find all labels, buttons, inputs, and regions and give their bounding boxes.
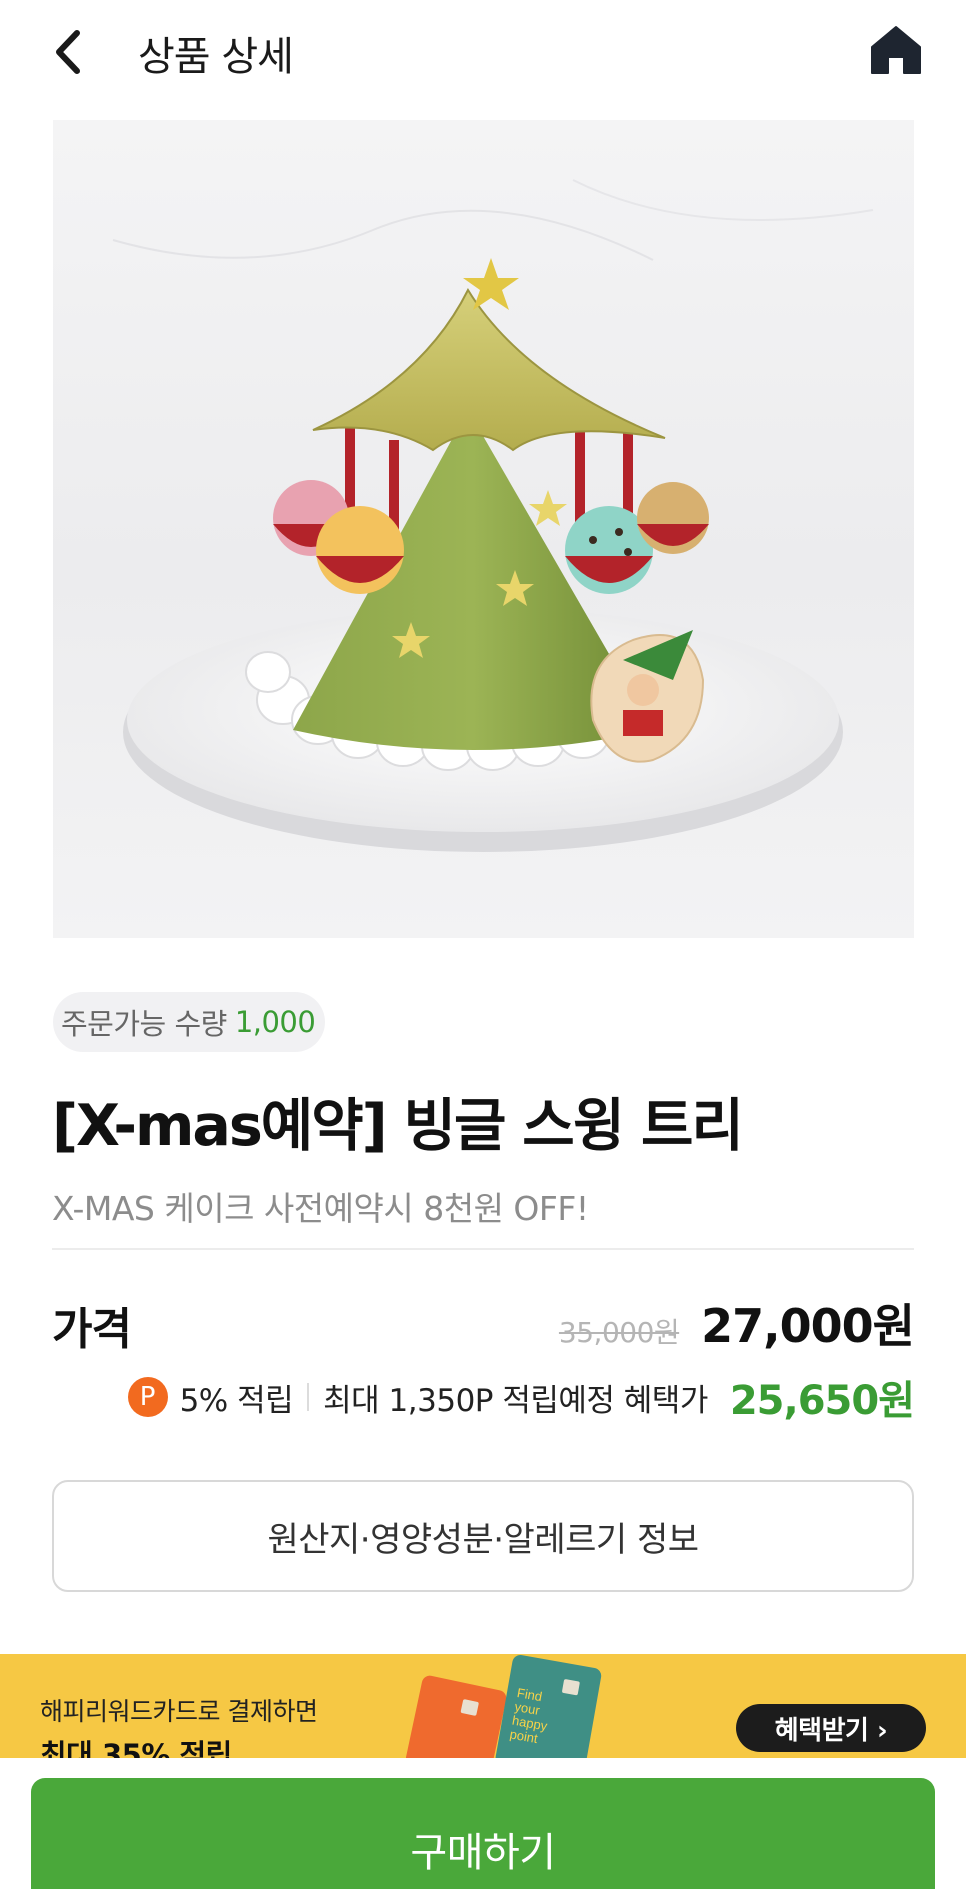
chevron-left-icon — [56, 30, 80, 74]
stock-count: 1,000 — [234, 1005, 316, 1039]
stock-badge: 주문가능 수량 1,000 — [53, 992, 326, 1052]
product-title: [X-mas예약] 빙글 스윙 트리 — [52, 1093, 744, 1159]
benefit-price: 25,650원 — [729, 1378, 915, 1424]
home-button[interactable] — [868, 22, 924, 78]
back-button[interactable] — [44, 26, 92, 78]
origin-nutrition-allergy-button[interactable]: 원산지·영양성분·알레르기 정보 — [52, 1480, 914, 1592]
card-promo-banner[interactable]: 해피리워드카드로 결제하면 최대 35% 적립 Find your happy … — [0, 1654, 966, 1758]
points-rate: 5% 적립 — [179, 1382, 294, 1419]
sale-price: 27,000원 — [701, 1299, 915, 1353]
buy-button[interactable]: 구매하기 — [31, 1778, 935, 1889]
original-price: 35,000원 — [558, 1316, 680, 1349]
points-row: P 5% 적립 최대 1,350P 적립예정 혜택가 25,650원 — [127, 1372, 915, 1424]
banner-text-line2: 최대 35% 적립 — [40, 1738, 232, 1758]
points-separator — [307, 1383, 310, 1411]
product-subtitle: X-MAS 케이크 사전예약시 8천원 OFF! — [52, 1189, 589, 1228]
point-icon: P — [127, 1377, 168, 1417]
home-icon — [871, 26, 921, 74]
price-label: 가격 — [52, 1304, 132, 1355]
bottom-action-bar: 구매하기 — [0, 1758, 966, 1889]
get-benefit-button[interactable]: 혜택받기 › — [736, 1704, 926, 1752]
benefit-text: 최대 1,350P 적립예정 혜택가 — [323, 1382, 708, 1419]
tree-cake-illustration — [53, 120, 914, 938]
page-title: 상품 상세 — [138, 34, 294, 80]
divider — [52, 1248, 914, 1250]
price-group: 35,000원 27,000원 — [558, 1290, 915, 1356]
top-app-bar: 상품 상세 — [0, 0, 966, 104]
credit-cards-illustration: Find your happy point — [406, 1655, 602, 1758]
product-image — [53, 120, 914, 938]
banner-text-line1: 해피리워드카드로 결제하면 — [40, 1697, 318, 1726]
stock-label: 주문가능 수량 — [61, 1007, 227, 1041]
